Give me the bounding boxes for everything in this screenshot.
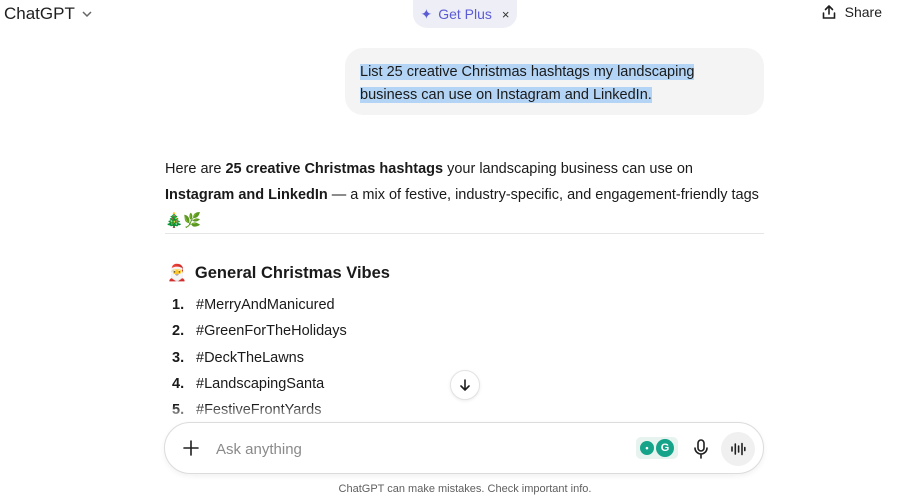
assistant-intro: Here are 25 creative Christmas hashtags …: [165, 161, 759, 229]
prompt-input[interactable]: [214, 437, 598, 461]
get-plus-button[interactable]: ✦ Get Plus ×: [413, 0, 517, 28]
grammarly-icon: G: [656, 439, 674, 457]
scroll-to-bottom-button[interactable]: [450, 370, 480, 400]
composer: • G: [164, 422, 764, 474]
share-label: Share: [844, 4, 882, 20]
model-selector[interactable]: ChatGPT: [4, 4, 93, 24]
user-message-text: List 25 creative Christmas hashtags my l…: [360, 64, 695, 103]
plus-icon[interactable]: [181, 438, 201, 458]
section-heading: 🎅 General Christmas Vibes: [167, 263, 390, 283]
grammarly-bulb-icon: •: [640, 441, 654, 455]
section-title: General Christmas Vibes: [194, 263, 390, 282]
scroll-fade: [0, 405, 900, 423]
close-icon[interactable]: ×: [502, 7, 510, 22]
get-plus-label: Get Plus: [438, 6, 492, 22]
user-message: List 25 creative Christmas hashtags my l…: [345, 48, 764, 115]
hashtag-list: 1. #MerryAndManicured 2. #GreenForTheHolid…: [172, 292, 347, 423]
top-bar: ChatGPT ✦ Get Plus × Share: [0, 0, 900, 28]
voice-mode-button[interactable]: [721, 432, 755, 466]
disclaimer-text: ChatGPT can make mistakes. Check importa…: [338, 483, 592, 495]
arrow-down-icon: [460, 379, 470, 391]
microphone-icon[interactable]: [691, 438, 711, 460]
sparkle-icon: ✦: [420, 6, 433, 22]
santa-icon: 🎅: [167, 265, 187, 282]
list-item: 2. #GreenForTheHolidays: [172, 323, 347, 340]
share-icon: [822, 5, 835, 19]
share-button[interactable]: Share: [821, 4, 882, 20]
list-item: 3. #DeckTheLawns: [172, 349, 304, 366]
voice-mode-icon: [731, 442, 746, 456]
list-item: 1. #MerryAndManicured: [172, 297, 335, 313]
brand-title: ChatGPT: [4, 4, 75, 23]
grammarly-widget[interactable]: • G: [636, 437, 678, 459]
divider: [165, 233, 764, 234]
list-item: 4. #LandscapingSanta: [172, 375, 325, 392]
chevron-down-icon: [82, 11, 92, 18]
